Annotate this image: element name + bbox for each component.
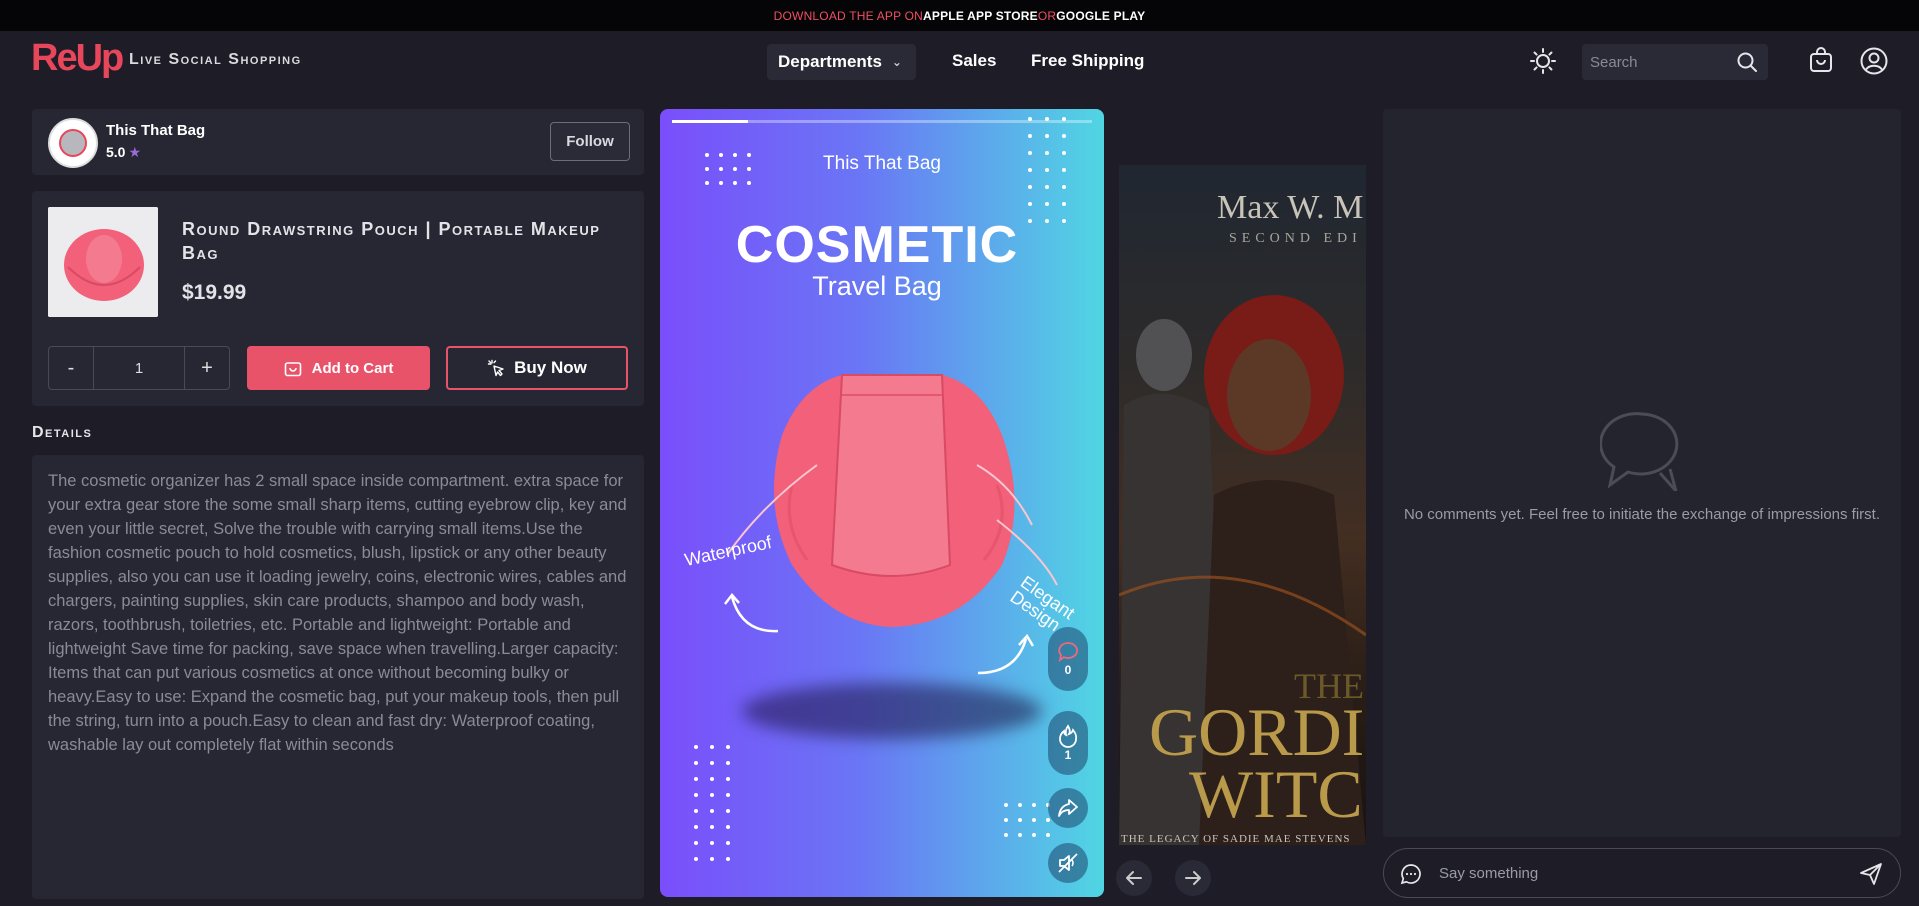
shopping-bag-icon[interactable] bbox=[1809, 47, 1833, 73]
likes-count: 1 bbox=[1064, 748, 1072, 762]
logo[interactable]: ReUp bbox=[31, 37, 124, 80]
book-title-line-3: WITC bbox=[1189, 756, 1363, 832]
seller-card: This That Bag 5.0 ★ Follow bbox=[32, 109, 644, 175]
shopping-bag-icon bbox=[284, 362, 301, 377]
mute-button[interactable] bbox=[1048, 843, 1088, 883]
chevron-down-icon: ⌄ bbox=[891, 55, 902, 69]
decorative-dots bbox=[694, 745, 742, 861]
quantity-increase-button[interactable]: + bbox=[185, 347, 229, 389]
search-input[interactable] bbox=[1590, 52, 1730, 72]
product-video[interactable]: This That Bag COSMETIC Travel Bag Waterp… bbox=[660, 109, 1104, 897]
previous-video-button[interactable] bbox=[1116, 860, 1152, 896]
product-description: The cosmetic organizer has 2 small space… bbox=[48, 472, 627, 754]
details-heading: Details bbox=[32, 424, 93, 441]
promo-text: DOWNLOAD THE APP ON bbox=[773, 8, 924, 23]
share-button[interactable] bbox=[1048, 788, 1088, 828]
like-button[interactable]: 1 bbox=[1048, 711, 1088, 775]
app-store-link[interactable]: APPLE APP STORE bbox=[923, 9, 1038, 23]
product-title: Round Drawstring Pouch | Portable Makeup… bbox=[182, 219, 601, 263]
star-icon: ★ bbox=[128, 144, 142, 160]
comment-input[interactable] bbox=[1439, 862, 1839, 884]
curved-arrow-icon bbox=[977, 633, 1035, 675]
departments-dropdown[interactable]: Departments ⌄ bbox=[767, 44, 916, 80]
user-account-icon[interactable] bbox=[1860, 47, 1888, 75]
promo-or: OR bbox=[1037, 8, 1057, 23]
product-price: $19.99 bbox=[182, 281, 247, 304]
comments-panel: No comments yet. Feel free to initiate t… bbox=[1383, 109, 1901, 837]
search-box bbox=[1582, 44, 1768, 80]
volume-muted-icon bbox=[1058, 853, 1078, 873]
flame-icon bbox=[1059, 724, 1078, 748]
chat-icon bbox=[1400, 864, 1421, 885]
product-thumbnail[interactable] bbox=[48, 207, 158, 317]
seller-name[interactable]: This That Bag bbox=[106, 122, 205, 139]
tagline: Live Social Shopping bbox=[129, 51, 302, 68]
quantity-stepper: - 1 + bbox=[48, 346, 230, 390]
video-title: COSMETIC bbox=[735, 216, 1019, 274]
departments-label: Departments bbox=[778, 52, 882, 71]
video-brand-text: This That Bag bbox=[823, 153, 941, 174]
book-series: THE LEGACY OF SADIE MAE STEVENS bbox=[1121, 833, 1351, 845]
details-panel: The cosmetic organizer has 2 small space… bbox=[32, 455, 644, 899]
product-card: Round Drawstring Pouch | Portable Makeup… bbox=[32, 191, 644, 406]
quantity-decrease-button[interactable]: - bbox=[49, 347, 93, 389]
add-to-cart-button[interactable]: Add to Cart bbox=[247, 346, 430, 390]
arrow-left-icon bbox=[1126, 871, 1142, 885]
nav-free-shipping[interactable]: Free Shipping bbox=[1031, 51, 1144, 71]
search-icon[interactable] bbox=[1736, 51, 1758, 73]
comments-count: 0 bbox=[1064, 663, 1072, 677]
video-subtitle: Travel Bag bbox=[812, 271, 942, 301]
quantity-value[interactable]: 1 bbox=[93, 347, 185, 389]
seller-rating: 5.0 ★ bbox=[106, 144, 141, 161]
seller-rating-value: 5.0 bbox=[106, 144, 126, 160]
video-progress-fill bbox=[672, 120, 748, 123]
book-edition: SECOND EDI bbox=[1229, 231, 1362, 246]
curved-arrow-icon bbox=[724, 593, 779, 633]
google-play-link[interactable]: GOOGLE PLAY bbox=[1056, 9, 1145, 23]
next-video-button[interactable] bbox=[1175, 860, 1211, 896]
comment-icon bbox=[1058, 642, 1078, 663]
header: ReUp Live Social Shopping Departments ⌄ … bbox=[0, 31, 1919, 89]
pointer-click-icon bbox=[487, 359, 504, 377]
add-to-cart-label: Add to Cart bbox=[311, 359, 394, 377]
no-comments-message: No comments yet. Feel free to initiate t… bbox=[1403, 506, 1881, 523]
nav-sales[interactable]: Sales bbox=[952, 51, 996, 71]
comment-bubble-icon bbox=[1600, 412, 1679, 491]
theme-toggle-sun-icon[interactable] bbox=[1530, 48, 1556, 74]
buy-now-label: Buy Now bbox=[514, 358, 587, 377]
share-arrow-icon bbox=[1058, 799, 1078, 817]
next-video-preview[interactable]: Max W. M SECOND EDI THE GORDI WITC THE L… bbox=[1119, 165, 1366, 845]
follow-button[interactable]: Follow bbox=[550, 122, 630, 161]
seller-avatar[interactable] bbox=[48, 118, 98, 168]
buy-now-button[interactable]: Buy Now bbox=[446, 346, 628, 390]
arrow-right-icon bbox=[1185, 871, 1201, 885]
comments-button[interactable]: 0 bbox=[1048, 627, 1088, 691]
comment-input-box bbox=[1383, 848, 1901, 898]
bag-shadow bbox=[742, 683, 1042, 739]
send-icon[interactable] bbox=[1859, 862, 1883, 886]
promo-bar: DOWNLOAD THE APP ON APPLE APP STORE OR G… bbox=[0, 0, 1919, 31]
book-author: Max W. M bbox=[1217, 189, 1364, 226]
